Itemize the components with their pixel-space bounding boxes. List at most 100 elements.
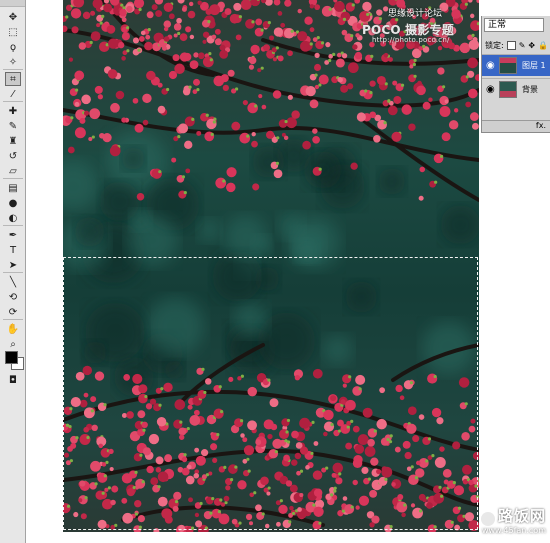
blossom: [379, 387, 386, 394]
eyedropper-icon[interactable]: ⁄: [5, 87, 21, 101]
blossom: [439, 106, 451, 118]
leaf-bud: [101, 14, 105, 18]
photo-layer: [63, 0, 479, 532]
layer-row-1[interactable]: ◉ 图层 1: [482, 54, 550, 76]
tool-separator: [3, 178, 23, 179]
blossom: [121, 117, 127, 123]
lasso-icon[interactable]: ϙ: [5, 40, 21, 54]
3d-rotate-icon[interactable]: ⟲: [5, 290, 21, 304]
move-icon[interactable]: ✥: [5, 10, 21, 24]
blossom: [272, 57, 277, 62]
blossom: [332, 462, 343, 474]
blossom: [422, 101, 431, 110]
pen-icon[interactable]: ✒: [5, 228, 21, 242]
blossom: [376, 418, 387, 430]
document-canvas[interactable]: [63, 0, 479, 532]
lock-move-icon[interactable]: ✥: [528, 41, 535, 50]
lock-transparent-checkbox[interactable]: [506, 41, 516, 50]
blossom: [410, 503, 416, 508]
layer-row-background[interactable]: ◉ 背景: [482, 78, 550, 100]
quick-mask-icon[interactable]: ◘: [5, 373, 21, 387]
blossom: [231, 121, 241, 131]
leaf-bud: [328, 58, 332, 63]
leaf-bud: [196, 88, 200, 92]
leaf-bud: [75, 88, 79, 92]
leaf-bud: [325, 466, 329, 470]
hand-icon[interactable]: ✋: [5, 322, 21, 336]
blossom: [355, 33, 360, 38]
blossom: [352, 479, 358, 486]
blossom: [468, 88, 478, 99]
clone-stamp-icon[interactable]: ♜: [5, 134, 21, 148]
leaf-bud: [107, 486, 111, 490]
brush-icon[interactable]: ✎: [5, 119, 21, 133]
toolbox-grip[interactable]: [0, 0, 25, 7]
eraser-icon[interactable]: ▱: [5, 164, 21, 178]
crop-icon[interactable]: ⌗: [5, 72, 21, 86]
lock-all-icon[interactable]: 🔒: [538, 41, 548, 50]
blossom: [247, 102, 258, 114]
blossom: [352, 425, 360, 433]
blossom: [206, 118, 217, 130]
blossom: [121, 497, 128, 504]
lock-paint-icon[interactable]: ✎: [519, 41, 526, 50]
blossom: [276, 521, 281, 527]
bokeh-blob: [322, 334, 353, 366]
leaf-bud: [126, 49, 130, 53]
blossom: [277, 55, 284, 62]
type-icon[interactable]: T: [5, 243, 21, 257]
eye-icon[interactable]: ◉: [486, 84, 495, 95]
blossom: [373, 135, 381, 143]
blossom: [187, 10, 196, 19]
blossom: [193, 472, 200, 479]
zoom-icon[interactable]: ⌕: [5, 337, 21, 351]
leaf-bud: [239, 419, 244, 423]
leaf-bud: [246, 457, 250, 461]
leaf-bud: [204, 526, 208, 530]
blossom: [218, 513, 230, 525]
layer-thumbnail: [499, 81, 517, 98]
blossom: [247, 386, 257, 397]
leaf-bud: [177, 135, 181, 139]
blossom: [261, 104, 267, 110]
blossom: [409, 64, 414, 69]
leaf-bud: [209, 58, 213, 62]
3d-orbit-icon[interactable]: ⟳: [5, 305, 21, 319]
blossom: [156, 417, 167, 427]
foreground-color-swatch[interactable]: [5, 351, 18, 364]
dodge-icon[interactable]: ◐: [5, 211, 21, 225]
blend-mode-select[interactable]: 正常: [484, 18, 544, 32]
blossom: [202, 56, 214, 68]
leaf-bud: [464, 2, 468, 6]
blossom: [266, 491, 271, 496]
site-badge: 路饭网 www.45fan.com: [480, 505, 546, 535]
tool-separator: [3, 272, 23, 273]
path-selection-icon[interactable]: ➤: [5, 258, 21, 272]
magic-wand-icon[interactable]: ✧: [5, 55, 21, 69]
healing-brush-icon[interactable]: ✚: [5, 104, 21, 118]
blur-icon[interactable]: ●: [5, 196, 21, 210]
blossom: [226, 182, 236, 193]
gradient-icon[interactable]: ▤: [5, 181, 21, 195]
marquee-icon[interactable]: ⬚: [5, 25, 21, 39]
blossom: [370, 457, 379, 466]
leaf-bud: [350, 419, 354, 423]
leaf-bud: [474, 484, 478, 488]
eye-icon[interactable]: ◉: [486, 60, 495, 71]
blossom: [269, 35, 275, 41]
blossom: [74, 101, 80, 107]
blossom: [362, 407, 373, 418]
blossom: [468, 520, 479, 532]
leaf-bud: [310, 451, 314, 455]
line-icon[interactable]: ╲: [5, 275, 21, 289]
blossom: [291, 110, 300, 119]
fx-icon[interactable]: fx.: [536, 121, 546, 130]
history-brush-icon[interactable]: ↺: [5, 149, 21, 163]
blossom: [431, 407, 442, 418]
blossom: [189, 34, 195, 40]
blossom: [108, 448, 114, 455]
leaf-bud: [386, 438, 390, 442]
leaf-bud: [410, 465, 414, 469]
blossom: [204, 378, 212, 385]
leaf-bud: [320, 41, 325, 45]
